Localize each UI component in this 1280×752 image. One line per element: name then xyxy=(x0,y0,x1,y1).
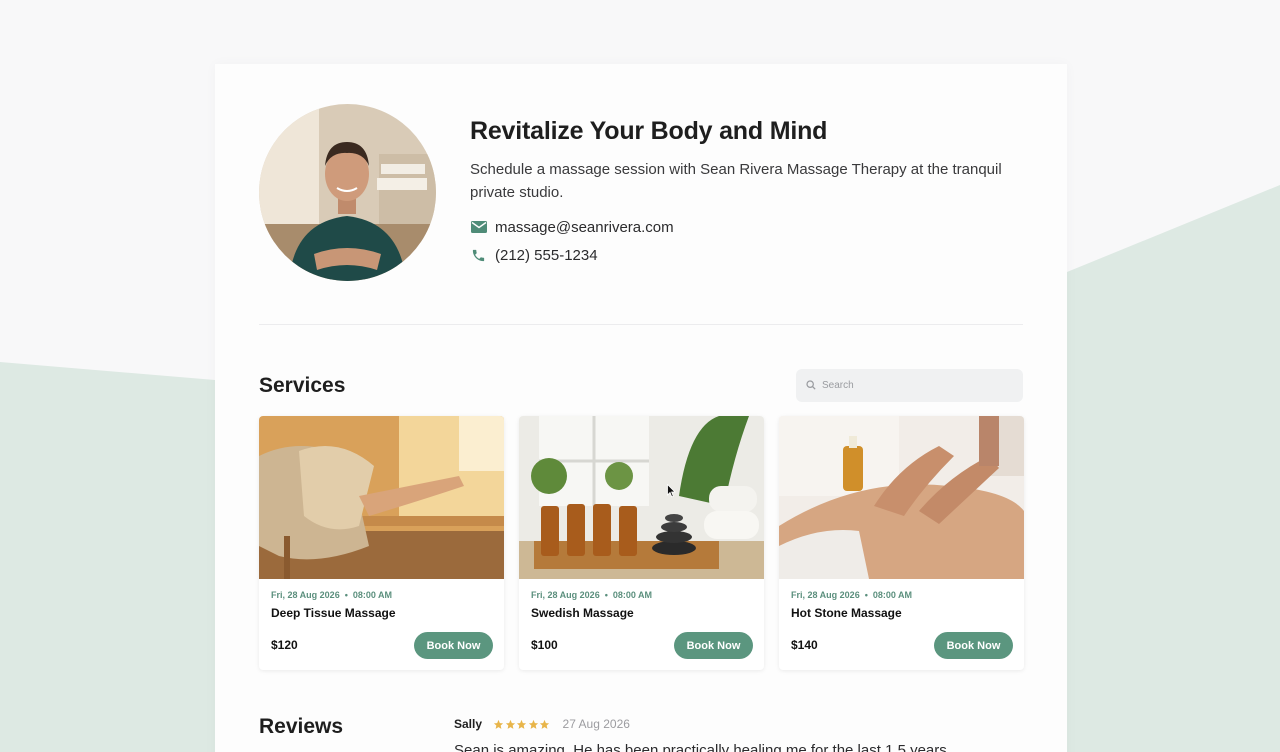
service-card[interactable]: Fri, 28 Aug 2026 • 08:00 AM Hot Stone Mass… xyxy=(779,416,1024,670)
divider xyxy=(259,324,1023,325)
reviewer-name: Sally xyxy=(454,717,483,731)
rating-stars xyxy=(493,719,551,730)
star-icon xyxy=(493,719,504,729)
page-title: Revitalize Your Body and Mind xyxy=(470,117,828,145)
service-price: $140 xyxy=(791,638,818,652)
service-name: Deep Tissue Massage xyxy=(271,606,396,620)
reviews-heading: Reviews xyxy=(259,715,344,738)
search-bar[interactable] xyxy=(796,369,1023,402)
star-icon xyxy=(539,719,550,729)
review-date: 27 Aug 2026 xyxy=(562,717,630,731)
hero-section: Revitalize Your Body and Mind Schedule a… xyxy=(470,116,1030,264)
book-now-button[interactable]: Book Now xyxy=(934,632,1013,659)
mouse-cursor-icon xyxy=(667,484,676,498)
email-contact[interactable]: massage@seanrivera.com xyxy=(470,218,1030,236)
service-name: Swedish Massage xyxy=(531,606,634,620)
service-card[interactable]: Fri, 28 Aug 2026 • 08:00 AM Swedish Massag… xyxy=(519,416,764,670)
service-datetime: Fri, 28 Aug 2026 • 08:00 AM xyxy=(531,590,653,600)
avatar xyxy=(259,104,436,281)
search-icon xyxy=(806,377,816,395)
phone-text[interactable]: (212) 555-1234 xyxy=(495,247,598,264)
back-massage-photo xyxy=(779,416,1024,579)
service-name: Hot Stone Massage xyxy=(791,606,902,620)
book-now-button[interactable]: Book Now xyxy=(674,632,753,659)
email-text[interactable]: massage@seanrivera.com xyxy=(495,219,674,236)
main-card: Revitalize Your Body and Mind Schedule a… xyxy=(215,64,1067,752)
service-price: $100 xyxy=(531,638,558,652)
services-list: Fri, 28 Aug 2026 • 08:00 AM Deep Tissue Ma… xyxy=(259,416,1024,670)
book-now-button[interactable]: Book Now xyxy=(414,632,493,659)
star-icon xyxy=(528,719,538,729)
mail-icon xyxy=(470,219,487,236)
service-datetime: Fri, 28 Aug 2026 • 08:00 AM xyxy=(271,590,393,600)
phone-contact[interactable]: (212) 555-1234 xyxy=(470,246,1030,264)
service-price: $120 xyxy=(271,638,298,652)
services-heading: Services xyxy=(259,374,346,397)
service-card[interactable]: Fri, 28 Aug 2026 • 08:00 AM Deep Tissue Ma… xyxy=(259,416,504,670)
review-text: Sean is amazing. He has been practically… xyxy=(454,742,947,752)
search-input[interactable] xyxy=(822,380,1002,391)
phone-icon xyxy=(470,247,487,264)
review-item: Sally 27 Aug 2026 Sean is amazing. He ha… xyxy=(454,716,1014,752)
star-icon xyxy=(505,719,515,729)
star-icon xyxy=(516,719,527,729)
hero-subtitle: Schedule a massage session with Sean Riv… xyxy=(470,161,1002,201)
relaxing-legs-blanket-photo xyxy=(259,416,504,579)
oils-stones-towels-photo xyxy=(519,416,764,579)
service-datetime: Fri, 28 Aug 2026 • 08:00 AM xyxy=(791,590,913,600)
